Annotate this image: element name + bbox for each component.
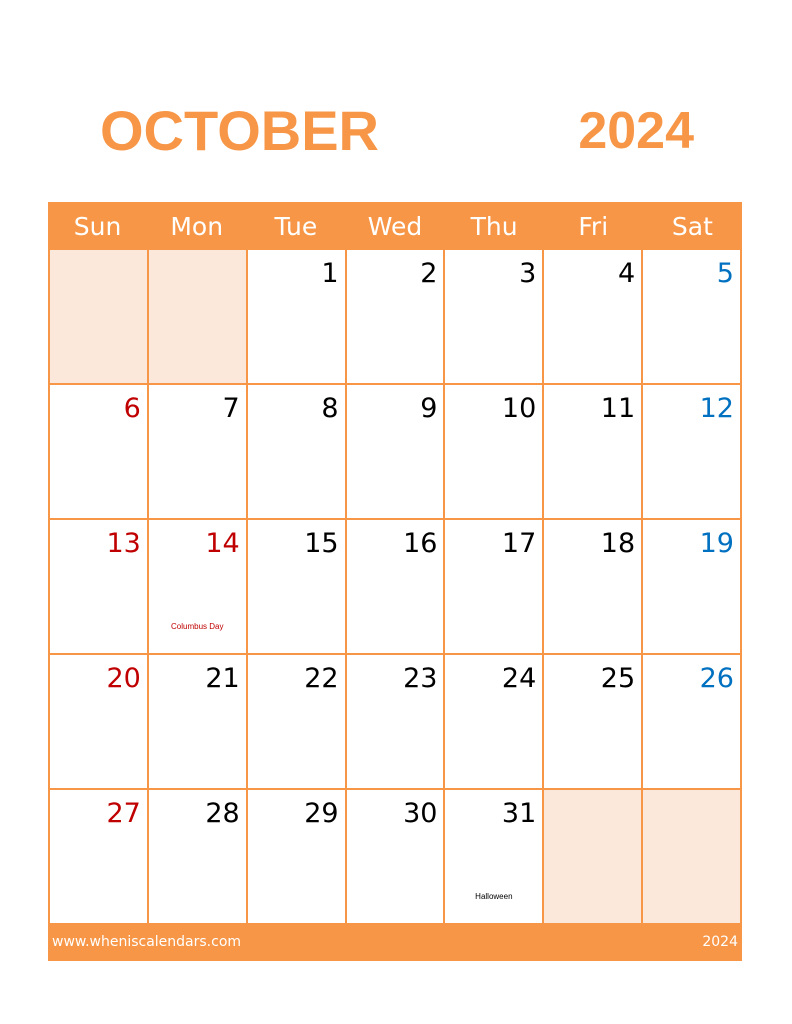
day-cell[interactable]: 9: [346, 385, 444, 518]
day-cell[interactable]: 8: [247, 385, 345, 518]
day-grid: 1 2 3 4 5 6 7 8 9 10 11 12 13 14 Columbus Day 15 16 17 18 1…: [48, 250, 742, 923]
day-number: 29: [304, 798, 339, 829]
day-number: 16: [403, 528, 438, 559]
day-cell[interactable]: 15: [247, 520, 345, 653]
empty-day-cell: [50, 250, 147, 383]
footer-bar: www.wheniscalendars.com 2024: [48, 923, 742, 961]
day-number: 28: [205, 798, 240, 829]
day-number: 6: [123, 393, 141, 424]
day-number: 26: [699, 663, 734, 694]
day-cell[interactable]: 27: [50, 790, 147, 923]
day-cell[interactable]: 11: [544, 385, 642, 518]
weekday-wed: Wed: [367, 212, 423, 241]
day-cell[interactable]: 30: [346, 790, 444, 923]
day-number: 10: [501, 393, 537, 424]
day-cell[interactable]: 28: [148, 790, 246, 923]
weekday-sat: Sat: [671, 212, 713, 241]
day-cell[interactable]: 29: [247, 790, 345, 923]
event-label: Halloween: [475, 892, 513, 901]
day-number: 8: [321, 393, 339, 424]
day-cell[interactable]: 16: [346, 520, 444, 653]
day-cell[interactable]: 6: [50, 385, 147, 518]
day-number: 9: [420, 393, 438, 424]
empty-day-cell: [544, 790, 642, 923]
day-cell[interactable]: 26: [643, 655, 740, 788]
day-number: 11: [600, 393, 636, 424]
day-cell[interactable]: 10: [445, 385, 543, 518]
day-number: 22: [304, 663, 339, 694]
day-cell[interactable]: 18: [544, 520, 642, 653]
day-number: 15: [304, 528, 339, 559]
event-label: Columbus Day: [171, 622, 224, 631]
day-number: 4: [617, 258, 636, 289]
day-cell[interactable]: 12: [643, 385, 740, 518]
day-cell[interactable]: 21: [148, 655, 246, 788]
day-cell[interactable]: 25: [544, 655, 642, 788]
day-number: 21: [205, 663, 240, 694]
day-number: 30: [403, 798, 438, 829]
day-number: 24: [501, 663, 537, 694]
day-number: 13: [106, 528, 141, 559]
day-number: 3: [519, 258, 537, 289]
weekday-sun: Sun: [73, 212, 122, 241]
day-cell[interactable]: 1: [247, 250, 345, 383]
day-number: 14: [205, 528, 240, 559]
footer-year: 2024: [702, 934, 738, 950]
day-cell[interactable]: 24: [445, 655, 543, 788]
day-number: 5: [716, 258, 734, 289]
day-cell[interactable]: 31 Halloween: [445, 790, 543, 923]
day-number: 19: [699, 528, 734, 559]
empty-day-cell: [148, 250, 246, 383]
day-number: 2: [420, 258, 438, 289]
day-cell[interactable]: 13: [50, 520, 147, 653]
day-cell[interactable]: 17: [445, 520, 543, 653]
day-cell[interactable]: 7: [148, 385, 246, 518]
day-cell[interactable]: 23: [346, 655, 444, 788]
day-cell[interactable]: 22: [247, 655, 345, 788]
weekday-header: Sun Mon Tue Wed Thu Fri Sat: [48, 202, 742, 250]
day-number: 27: [106, 798, 141, 829]
weekday-fri: Fri: [578, 212, 609, 241]
day-cell[interactable]: 3: [445, 250, 543, 383]
day-number: 31: [501, 798, 537, 829]
weekday-tue: Tue: [274, 212, 318, 241]
day-cell[interactable]: 5: [643, 250, 740, 383]
day-cell[interactable]: 4: [544, 250, 642, 383]
day-number: 17: [501, 528, 537, 559]
website-link[interactable]: www.wheniscalendars.com: [52, 934, 241, 950]
day-number: 1: [321, 258, 339, 289]
day-cell[interactable]: 2: [346, 250, 444, 383]
weekday-mon: Mon: [170, 212, 224, 241]
day-number: 7: [222, 393, 240, 424]
weekday-thu: Thu: [470, 212, 518, 241]
day-number: 25: [600, 663, 636, 694]
day-number: 12: [699, 393, 734, 424]
day-number: 20: [106, 663, 141, 694]
year-title: 2024: [578, 102, 694, 160]
day-number: 18: [600, 528, 636, 559]
day-cell[interactable]: 14 Columbus Day: [148, 520, 246, 653]
calendar-grid: Sun Mon Tue Wed Thu Fri Sat 1 2 3 4 5 6 7 8 9 10 1…: [48, 202, 742, 961]
day-cell[interactable]: 20: [50, 655, 147, 788]
month-title: OCTOBER: [100, 99, 379, 162]
day-cell[interactable]: 19: [643, 520, 740, 653]
empty-day-cell: [643, 790, 740, 923]
day-number: 23: [403, 663, 438, 694]
